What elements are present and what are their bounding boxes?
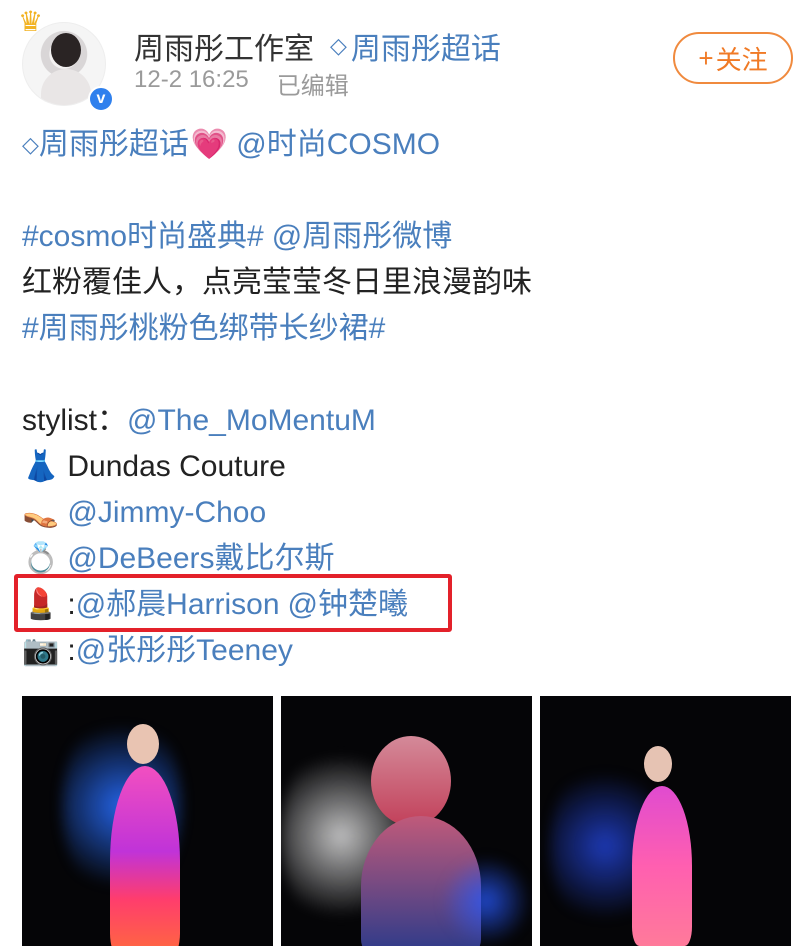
username[interactable]: 周雨彤工作室	[134, 24, 314, 68]
heart-emoji: 💗	[190, 128, 229, 161]
avatar-block[interactable]: ♛ v	[18, 8, 114, 112]
supertopic-label: 周雨彤超话	[350, 33, 501, 66]
separator: :	[67, 634, 76, 667]
dress-icon: 👗	[22, 449, 60, 484]
camera-icon: 📷	[22, 633, 60, 668]
camera-line: 📷 : @张彤彤Teeney	[22, 628, 792, 674]
post-time: 12-2 16:25	[134, 66, 249, 93]
dress-line: 👗 Dundas Couture	[22, 444, 792, 490]
plus-icon: +	[698, 42, 714, 73]
post-line: #周雨彤桃粉色绑带长纱裙#	[22, 306, 792, 352]
supertopic-link[interactable]: ◇ 周雨彤超话	[330, 24, 501, 68]
stylist-line: stylist： @The_MoMentuM	[22, 398, 792, 444]
mention-link[interactable]: @The_MoMentuM	[127, 398, 376, 444]
diamond-icon: ◇	[22, 132, 39, 157]
follow-label: 关注	[715, 44, 768, 75]
mention-link[interactable]: @时尚COSMO	[236, 122, 440, 168]
hashtag-link[interactable]: #周雨彤桃粉色绑带长纱裙#	[22, 306, 385, 352]
mention-link[interactable]: @Jimmy-Choo	[67, 490, 266, 536]
edited-label: 已编辑	[276, 73, 349, 100]
post-meta: 12-2 16:25 已编辑	[134, 66, 349, 101]
shoes-line: 👡 @Jimmy-Choo	[22, 490, 792, 536]
highlight-box	[14, 574, 452, 632]
photo-grid	[22, 696, 793, 946]
sandal-icon: 👡	[22, 495, 60, 530]
post-sentence: 红粉覆佳人，点亮莹莹冬日里浪漫韵味	[22, 266, 532, 299]
mention-link[interactable]: @张彤彤Teeney	[76, 628, 293, 674]
post-line: 红粉覆佳人，点亮莹莹冬日里浪漫韵味	[22, 260, 792, 306]
stylist-label: stylist：	[22, 404, 127, 437]
verified-icon: v	[88, 86, 114, 112]
mention-link[interactable]: @周雨彤微博	[272, 214, 452, 260]
photo-1[interactable]	[22, 696, 273, 946]
dress-brand: Dundas Couture	[67, 450, 286, 483]
post-line: ◇ 周雨彤超话 💗 @时尚COSMO	[22, 122, 792, 168]
follow-button[interactable]: + 关注	[673, 32, 793, 84]
photo-2[interactable]	[281, 696, 532, 946]
photo-3[interactable]	[540, 696, 791, 946]
post-line: #cosmo时尚盛典# @周雨彤微博	[22, 214, 792, 260]
hashtag-link[interactable]: #cosmo时尚盛典#	[22, 214, 264, 260]
supertopic-link[interactable]: 周雨彤超话	[39, 122, 189, 168]
diamond-icon: ◇	[330, 33, 347, 58]
